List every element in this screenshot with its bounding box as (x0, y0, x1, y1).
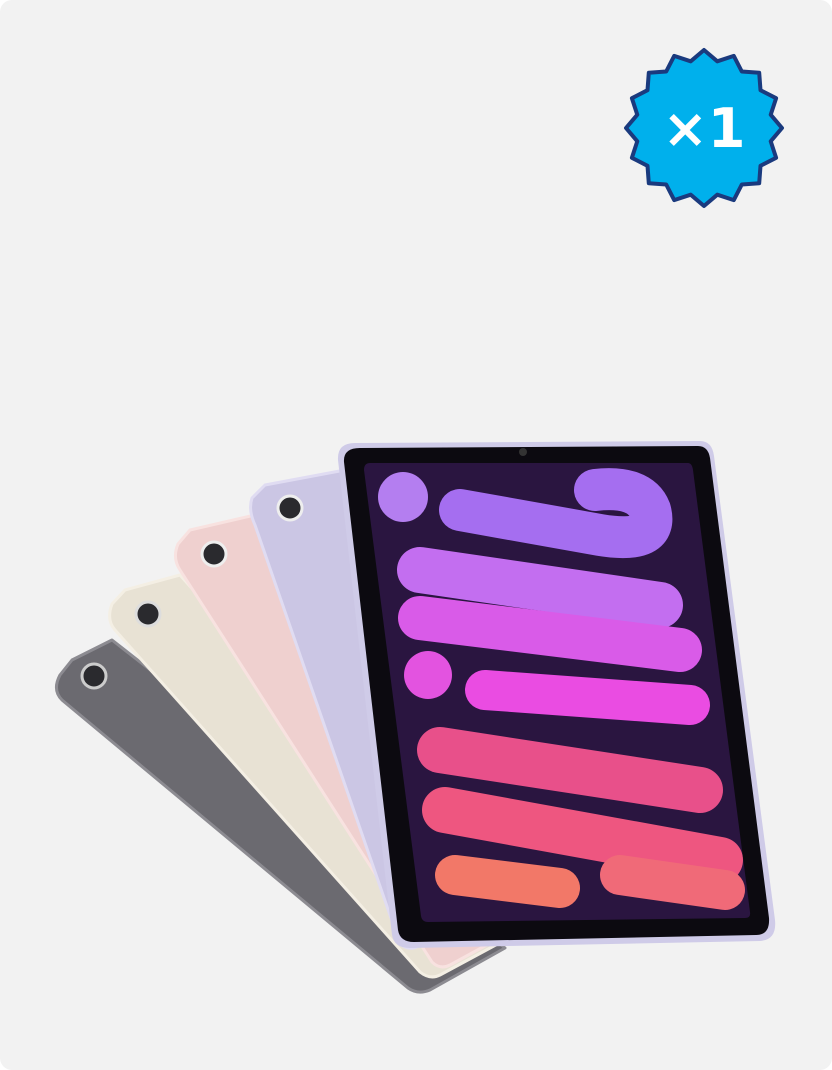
camera-icon (200, 540, 228, 568)
camera-icon (80, 662, 108, 690)
product-card[interactable]: ×1 (0, 0, 832, 1070)
camera-icon (134, 600, 162, 628)
quantity-badge: ×1 (623, 47, 785, 209)
front-camera-icon (519, 448, 527, 456)
ipad-front (337, 441, 776, 948)
quantity-badge-label: ×1 (662, 96, 746, 160)
camera-icon (276, 494, 304, 522)
